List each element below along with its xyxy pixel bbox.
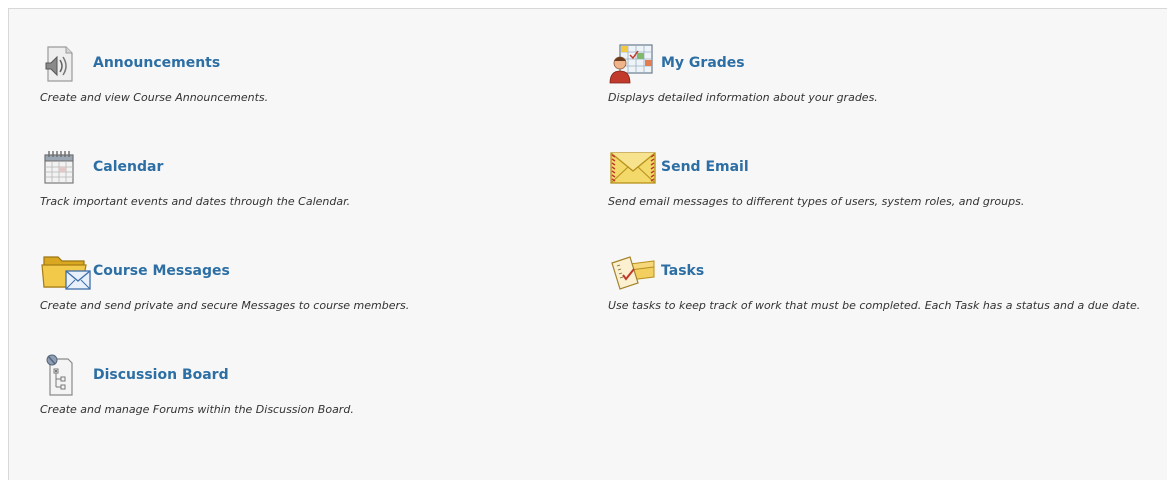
envelope-icon[interactable] [608,145,660,189]
tool-my-grades: My Grades Displays detailed information … [608,41,1148,107]
tools-panel: Announcements Create and view Course Ann… [8,8,1167,480]
send-email-description: Send email messages to different types o… [608,195,1025,208]
calendar-description: Track important events and dates through… [40,195,351,208]
tasks-icon[interactable] [608,249,660,293]
tool-calendar: Calendar Track important events and date… [40,145,580,211]
course-messages-description: Create and send private and secure Messa… [40,299,410,312]
send-email-link[interactable]: Send Email [661,159,749,175]
tasks-link[interactable]: Tasks [661,263,704,279]
tool-announcements: Announcements Create and view Course Ann… [40,41,580,107]
calendar-icon[interactable] [40,145,92,189]
calendar-link[interactable]: Calendar [93,159,163,175]
tool-send-email: Send Email Send email messages to differ… [608,145,1148,211]
course-messages-link[interactable]: Course Messages [93,263,230,279]
tasks-description: Use tasks to keep track of work that mus… [608,299,1141,312]
tool-course-messages: Course Messages Create and send private … [40,249,580,315]
discussion-board-icon[interactable] [40,353,92,397]
my-grades-description: Displays detailed information about your… [608,91,878,104]
announcements-description: Create and view Course Announcements. [40,91,269,104]
tool-discussion-board: Discussion Board Create and manage Forum… [40,353,580,419]
announcements-link[interactable]: Announcements [93,55,220,71]
speaker-icon[interactable] [40,41,92,85]
discussion-board-link[interactable]: Discussion Board [93,367,229,383]
my-grades-link[interactable]: My Grades [661,55,745,71]
folder-envelope-icon[interactable] [40,249,92,293]
grades-icon[interactable] [608,41,660,85]
tool-tasks: Tasks Use tasks to keep track of work th… [608,249,1148,315]
discussion-board-description: Create and manage Forums within the Disc… [40,403,354,416]
